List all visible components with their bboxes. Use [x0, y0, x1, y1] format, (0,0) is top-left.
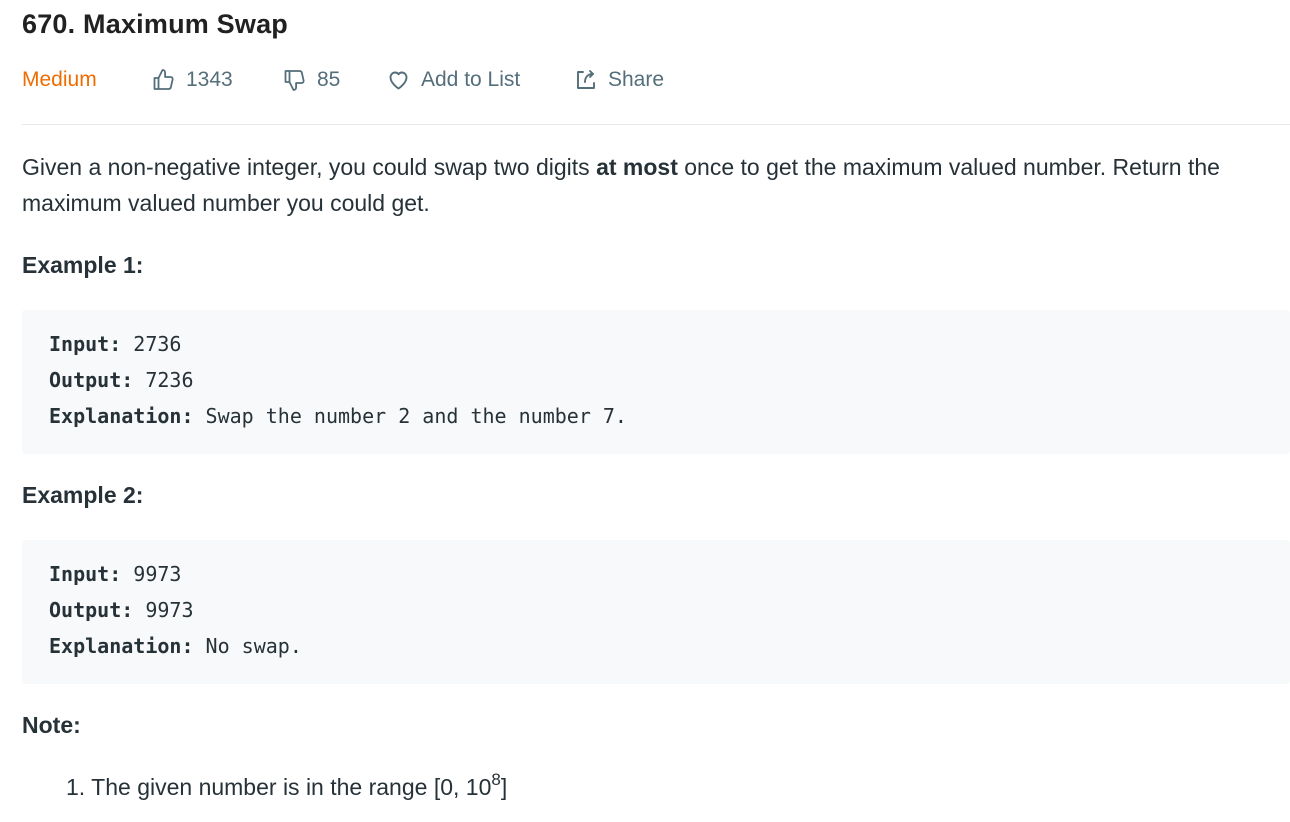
thumbs-down-icon — [282, 68, 307, 92]
example-2-heading: Example 2: — [22, 482, 144, 508]
difficulty-label: Medium — [22, 68, 97, 91]
example-1-input-line: Input: 2736 — [49, 330, 181, 358]
example-2-output-line: Output: 9973 — [49, 596, 194, 624]
statement-text-1: Given a non-negative integer, you could … — [22, 154, 597, 180]
problem-statement: Given a non-negative integer, you could … — [22, 149, 1290, 221]
input-value: 2736 — [121, 332, 182, 356]
example-1-code-block: Input: 2736 Output: 7236 Explanation: Sw… — [22, 310, 1290, 454]
example-1-output-line: Output: 7236 — [49, 366, 194, 394]
example-2-input-line: Input: 9973 — [49, 560, 181, 588]
share-label: Share — [608, 68, 665, 91]
input-key: Input: — [49, 562, 122, 586]
like-button[interactable]: 1343 — [151, 62, 233, 98]
explanation-key: Explanation: — [49, 634, 194, 658]
input-value: 9973 — [121, 562, 182, 586]
note-item-text: The given number is in the range [0, 10 — [91, 774, 492, 800]
input-key: Input: — [49, 332, 122, 356]
dislike-button[interactable]: 85 — [282, 62, 340, 98]
output-key: Output: — [49, 598, 134, 622]
output-value: 7236 — [133, 368, 194, 392]
header-divider — [22, 124, 1290, 125]
example-1-explanation-line: Explanation: Swap the number 2 and the n… — [49, 402, 627, 430]
add-to-list-button[interactable]: Add to List — [386, 62, 520, 98]
note-heading: Note: — [22, 712, 81, 738]
note-item-exponent: 8 — [491, 770, 501, 789]
thumbs-up-icon — [151, 68, 176, 92]
like-count: 1343 — [186, 68, 233, 91]
example-2-explanation-line: Explanation: No swap. — [49, 632, 302, 660]
problem-title: 670. Maximum Swap — [22, 9, 289, 39]
note-list: 1. The given number is in the range [0, … — [66, 767, 507, 807]
output-value: 9973 — [133, 598, 194, 622]
problem-meta-bar: Medium 1343 85 Add to List Share — [22, 62, 822, 98]
example-1-heading: Example 1: — [22, 252, 144, 278]
example-2-code-block: Input: 9973 Output: 9973 Explanation: No… — [22, 540, 1290, 684]
note-item-number: 1. — [66, 774, 86, 800]
statement-bold-text: at most — [596, 154, 678, 180]
note-item-suffix: ] — [500, 774, 508, 800]
output-key: Output: — [49, 368, 134, 392]
dislike-count: 85 — [317, 68, 341, 91]
add-to-list-label: Add to List — [421, 68, 521, 91]
explanation-value: No swap. — [193, 634, 302, 658]
explanation-value: Swap the number 2 and the number 7. — [193, 404, 627, 428]
list-item: 1. The given number is in the range [0, … — [66, 767, 507, 807]
share-icon — [574, 68, 598, 92]
heart-icon — [386, 68, 411, 92]
explanation-key: Explanation: — [49, 404, 194, 428]
share-button[interactable]: Share — [574, 62, 664, 98]
